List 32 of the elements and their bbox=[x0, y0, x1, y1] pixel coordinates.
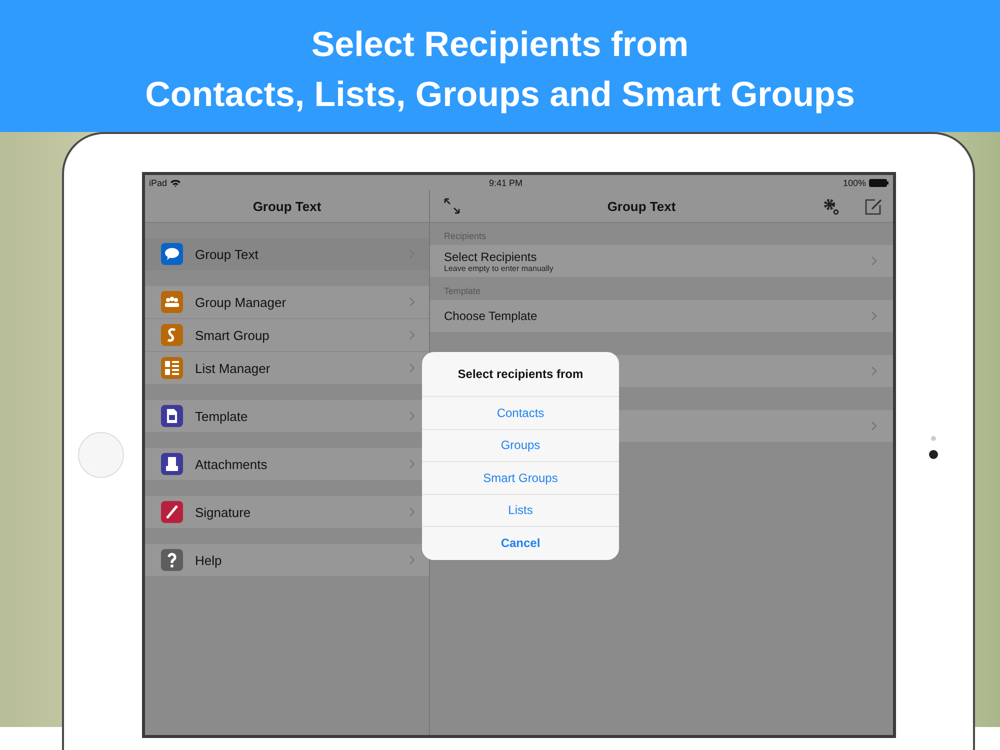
chevron-icon bbox=[409, 555, 415, 565]
chevron-icon bbox=[409, 507, 415, 517]
chevron-icon bbox=[409, 297, 415, 307]
carrier-label: iPad bbox=[149, 178, 168, 188]
settings-icon[interactable] bbox=[823, 198, 839, 214]
wifi-icon bbox=[170, 178, 182, 186]
sensor-dot bbox=[931, 436, 936, 441]
chevron-icon bbox=[871, 421, 877, 431]
headline: Select Recipients from bbox=[311, 24, 689, 66]
status-time: 9:41 PM bbox=[488, 178, 524, 188]
chevron-icon bbox=[409, 411, 415, 421]
sidebar-item[interactable]: Group Text bbox=[145, 238, 429, 271]
chevron-icon bbox=[871, 366, 877, 376]
chevron-icon bbox=[409, 363, 415, 373]
chevron-icon bbox=[871, 256, 877, 266]
sidebar-item[interactable]: Smart Group bbox=[145, 319, 429, 352]
nav-title: Group Text bbox=[252, 198, 322, 214]
table-row[interactable]: Choose Template bbox=[430, 300, 893, 333]
chevron-icon bbox=[409, 330, 415, 340]
sidebar-item[interactable]: Help bbox=[145, 544, 429, 577]
camera-dot bbox=[929, 450, 938, 459]
sidebar-item[interactable]: List Manager bbox=[145, 352, 429, 385]
chevron-icon bbox=[409, 459, 415, 469]
battery-percent: 100% bbox=[842, 178, 866, 188]
compose-icon[interactable] bbox=[865, 198, 883, 214]
nav-title: Group Text bbox=[607, 198, 676, 214]
sidebar-item[interactable]: Group Manager bbox=[145, 286, 429, 319]
expand-icon[interactable] bbox=[444, 198, 460, 214]
table-row[interactable]: Select Recipients Leave empty to enter manually bbox=[430, 245, 893, 278]
battery-icon bbox=[869, 178, 889, 186]
chevron-icon bbox=[871, 311, 877, 321]
headline: Contacts, Lists, Groups and Smart Groups bbox=[145, 74, 855, 116]
